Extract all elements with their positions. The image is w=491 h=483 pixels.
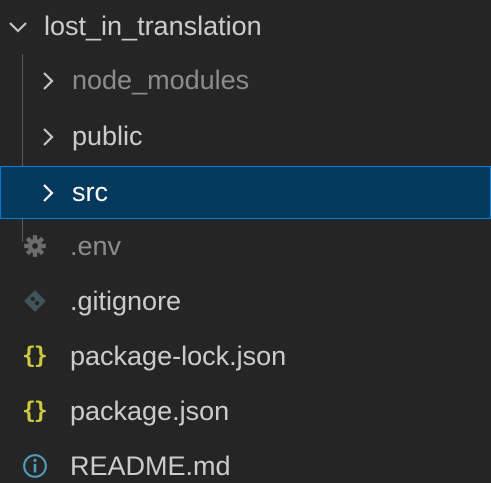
tree-item-label: .gitignore xyxy=(70,286,182,316)
tree-item-label: package-lock.json xyxy=(70,341,287,371)
tree-item-env[interactable]: .env xyxy=(0,220,491,273)
explorer-root-folder[interactable]: lost_in_translation xyxy=(0,0,491,53)
file-explorer: lost_in_translation node_modules public … xyxy=(0,0,491,483)
json-braces-icon: {} xyxy=(22,343,48,369)
chevron-right-icon xyxy=(36,110,60,163)
tree-item-public[interactable]: public xyxy=(0,110,491,163)
chevron-right-icon xyxy=(36,54,60,107)
tree-item-label: package.json xyxy=(70,396,230,426)
tree-item-node-modules[interactable]: node_modules xyxy=(0,54,491,107)
tree-item-label: src xyxy=(72,177,108,207)
tree-item-package-lock-json[interactable]: {} package-lock.json xyxy=(0,330,491,383)
tree-item-label: README.md xyxy=(70,451,231,481)
tree-item-package-json[interactable]: {} package.json xyxy=(0,385,491,438)
json-braces-icon: {} xyxy=(22,398,48,424)
tree-item-readme-md[interactable]: README.md xyxy=(0,440,491,483)
root-folder-label: lost_in_translation xyxy=(44,11,262,41)
tree-item-label: node_modules xyxy=(72,65,250,95)
chevron-right-icon xyxy=(36,167,60,220)
info-icon xyxy=(22,440,52,483)
tree-item-label: public xyxy=(72,121,143,151)
tree-item-gitignore[interactable]: .gitignore xyxy=(0,275,491,328)
gear-icon xyxy=(22,220,52,273)
git-diamond-icon xyxy=(22,275,52,328)
chevron-down-icon xyxy=(6,0,30,53)
tree-item-src[interactable]: src xyxy=(0,166,491,219)
tree-item-label: .env xyxy=(70,231,122,261)
